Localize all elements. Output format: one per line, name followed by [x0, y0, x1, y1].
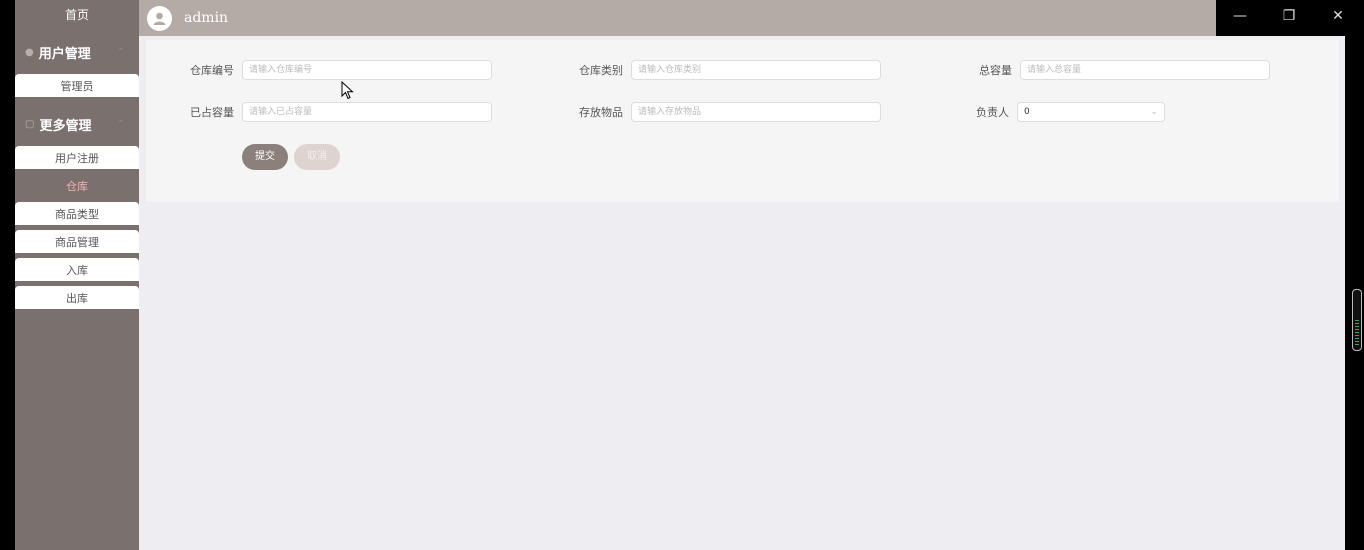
manager-select-value: 0 [1024, 107, 1030, 117]
submit-button[interactable]: 提交 [242, 144, 288, 170]
stored-goods-label: 存放物品 [579, 106, 623, 119]
menu-icon: ▢ [25, 118, 35, 130]
scroll-grip [1355, 320, 1359, 346]
warehouse-no-field: 仓库编号 [146, 60, 492, 80]
restore-icon[interactable]: ❐ [1279, 8, 1299, 24]
sidebar: 首页 ● 用户管理 ⌃ 管理员 ▢ 更多管理 ⌃ 用户注册 仓库 商品类型 商品… [15, 0, 139, 550]
close-icon[interactable]: ✕ [1328, 8, 1348, 24]
user-icon: ● [25, 46, 34, 58]
stored-goods-field: 存放物品 [535, 102, 881, 122]
warehouse-type-label: 仓库类别 [579, 64, 623, 77]
sidebar-item-product-type[interactable]: 商品类型 [15, 202, 139, 225]
chevron-down-icon: ⌄ [1150, 107, 1158, 117]
sidebar-group-user-management[interactable]: ● 用户管理 ⌃ [15, 30, 139, 74]
cancel-button[interactable]: 取消 [294, 144, 340, 170]
window-controls: — ❐ ✕ [1216, 0, 1364, 36]
used-capacity-label: 已占容量 [190, 106, 234, 119]
warehouse-form: 仓库编号 仓库类别 总容量 已占容量 存放物品 负责人 0 ⌄ 提交 取 [146, 40, 1339, 202]
total-capacity-label: 总容量 [979, 64, 1012, 77]
manager-select[interactable]: 0 ⌄ [1017, 102, 1165, 122]
sidebar-group-more-management[interactable]: ▢ 更多管理 ⌃ [15, 102, 139, 146]
user-avatar-icon [153, 12, 166, 25]
avatar[interactable] [147, 5, 172, 31]
scroll-handle[interactable] [1352, 289, 1362, 351]
warehouse-no-input[interactable] [242, 60, 492, 80]
sidebar-item-warehouse[interactable]: 仓库 [15, 174, 139, 197]
minimize-icon[interactable]: — [1230, 8, 1250, 24]
warehouse-type-field: 仓库类别 [535, 60, 881, 80]
mouse-cursor-icon [341, 81, 354, 100]
chevron-up-icon: ⌃ [116, 118, 125, 130]
warehouse-no-label: 仓库编号 [190, 64, 234, 77]
total-capacity-input[interactable] [1020, 60, 1270, 80]
sidebar-item-home[interactable]: 首页 [15, 0, 139, 30]
sidebar-item-stock-in[interactable]: 入库 [15, 258, 139, 281]
chevron-up-icon: ⌃ [116, 46, 125, 58]
sidebar-item-user-register[interactable]: 用户注册 [15, 146, 139, 169]
sidebar-item-stock-out[interactable]: 出库 [15, 286, 139, 309]
sidebar-group-label: 用户管理 [38, 46, 91, 62]
total-capacity-field: 总容量 [924, 60, 1270, 80]
sidebar-item-admin[interactable]: 管理员 [15, 74, 139, 97]
sidebar-group-label: 更多管理 [39, 118, 92, 134]
sidebar-item-product-management[interactable]: 商品管理 [15, 230, 139, 253]
main-content: 仓库编号 仓库类别 总容量 已占容量 存放物品 负责人 0 ⌄ 提交 取 [139, 36, 1345, 550]
manager-field: 负责人 0 ⌄ [976, 102, 1165, 122]
stored-goods-input[interactable] [631, 102, 881, 122]
manager-label: 负责人 [976, 106, 1009, 119]
used-capacity-field: 已占容量 [146, 102, 492, 122]
top-header: admin [139, 0, 1216, 36]
warehouse-type-input[interactable] [631, 60, 881, 80]
used-capacity-input[interactable] [242, 102, 492, 122]
username: admin [184, 10, 229, 26]
